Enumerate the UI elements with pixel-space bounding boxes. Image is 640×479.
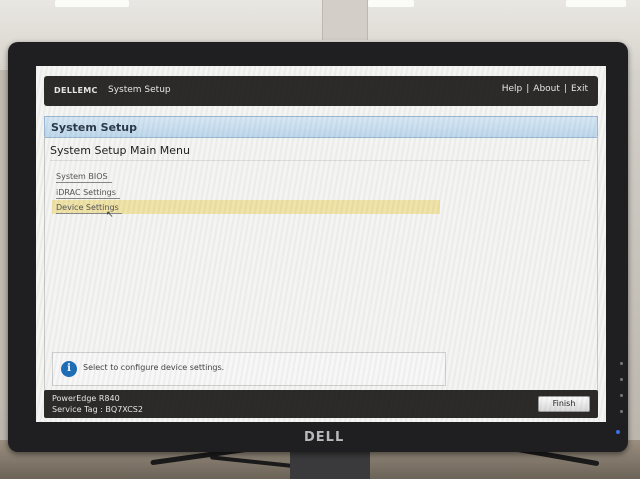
finish-button[interactable]: Finish <box>538 396 590 412</box>
monitor: DELLEMC System Setup Help | About | Exit Sys… <box>8 42 628 452</box>
help-link[interactable]: Help <box>502 84 523 94</box>
top-links: Help | About | Exit <box>500 84 590 94</box>
link-underline <box>56 182 112 183</box>
mouse-cursor-icon: ↖ <box>106 210 114 220</box>
info-icon: i <box>61 361 77 377</box>
footer-bar: PowerEdge R840 Service Tag : BQ7XCS2 Fin… <box>44 390 598 418</box>
monitor-stand <box>290 448 370 479</box>
brand-logo: DELLEMC <box>54 86 98 95</box>
menu-item-idrac-settings[interactable]: iDRAC Settings <box>56 188 116 197</box>
link-underline <box>56 198 120 199</box>
help-text: Select to configure device settings. <box>83 363 225 372</box>
divider <box>50 160 590 161</box>
link-separator: | <box>526 84 530 94</box>
monitor-button[interactable] <box>620 410 623 413</box>
monitor-button[interactable] <box>620 362 623 365</box>
ceiling-column <box>322 0 368 40</box>
section-header: System Setup <box>44 116 598 138</box>
power-led-icon <box>616 430 620 434</box>
help-box: i Select to configure device settings. <box>52 352 446 386</box>
app-title: System Setup <box>108 85 171 95</box>
link-separator: | <box>563 84 567 94</box>
menu-item-system-bios[interactable]: System BIOS <box>56 172 108 181</box>
system-model: PowerEdge R840 <box>52 394 120 403</box>
ceiling-light <box>55 0 129 7</box>
monitor-button[interactable] <box>620 394 623 397</box>
monitor-button[interactable] <box>620 378 623 381</box>
exit-link[interactable]: Exit <box>571 84 588 94</box>
menu-title: System Setup Main Menu <box>50 144 190 157</box>
about-link[interactable]: About <box>533 84 560 94</box>
ceiling-light <box>368 0 414 7</box>
ceiling-light <box>566 0 626 7</box>
section-title: System Setup <box>51 121 137 134</box>
service-tag: Service Tag : BQ7XCS2 <box>52 405 143 414</box>
dell-logo: DELL <box>304 430 345 445</box>
title-bar: DELLEMC System Setup Help | About | Exit <box>44 76 598 106</box>
screen: DELLEMC System Setup Help | About | Exit Sys… <box>36 66 606 422</box>
